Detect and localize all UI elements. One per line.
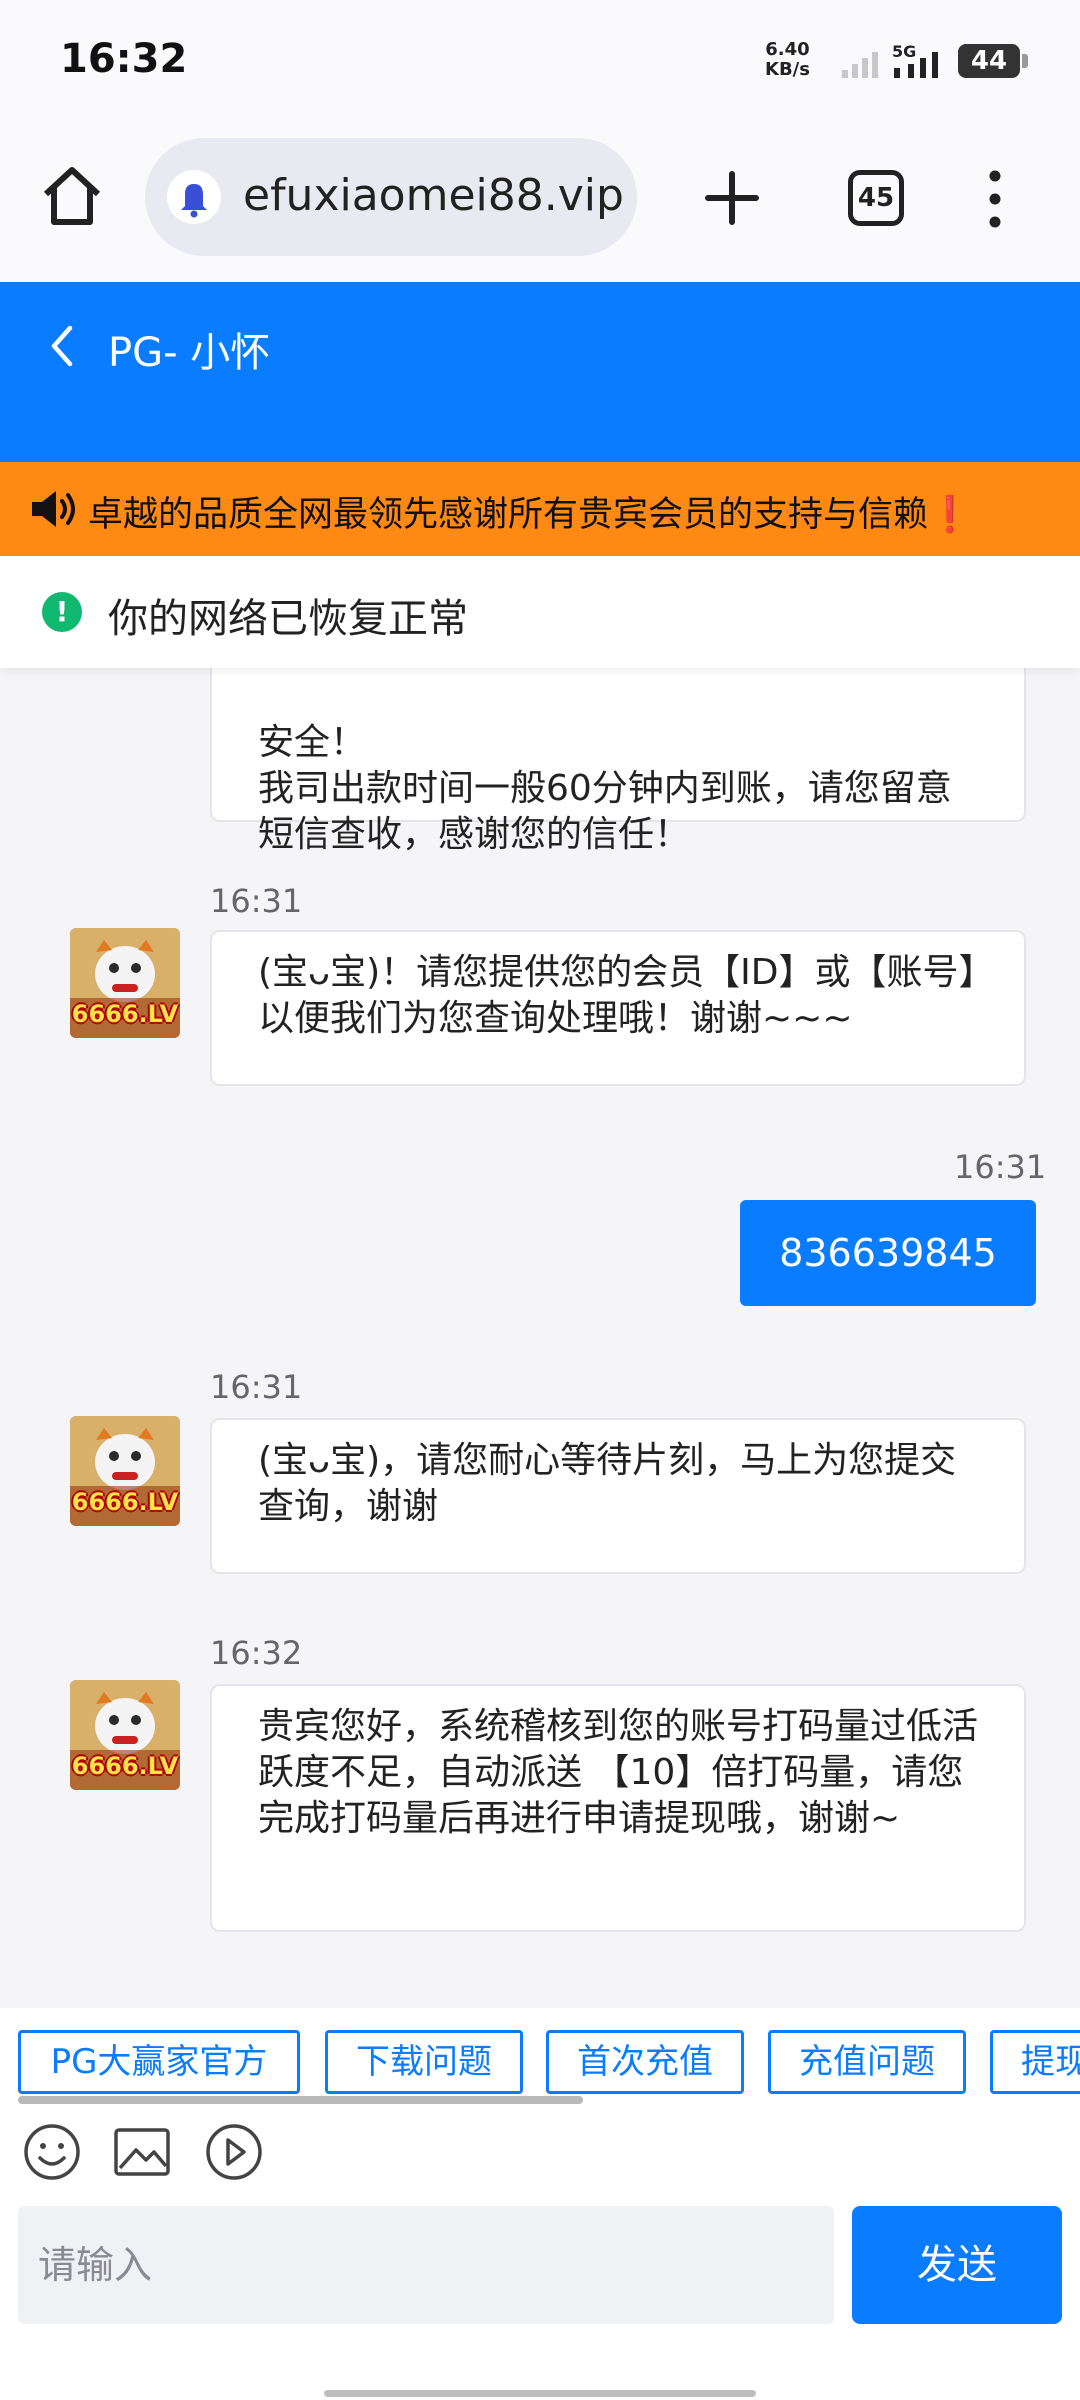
message-bubble: (宝ᴗ宝)，请您耐心等待片刻，马上为您提交查询，谢谢 — [210, 1418, 1026, 1574]
avatar-label: 6666.LV — [71, 1488, 179, 1516]
home-indicator[interactable] — [324, 2390, 756, 2397]
status-bar: 16:32 6.40 KB/s 5G 44 — [0, 0, 1080, 120]
network-status-text: 你的网络已恢复正常 — [108, 596, 468, 642]
battery-indicator: 44 — [958, 44, 1028, 78]
bell-glyph — [181, 184, 207, 218]
quick-reply-deposit-issue[interactable]: 充值问题 — [768, 2030, 966, 2094]
message-input[interactable] — [18, 2206, 834, 2324]
message-text: 贵宾您好，系统稽核到您的账号打码量过低活跃度不足，自动派送 【10】倍打码量，请… — [258, 1706, 979, 1839]
message-text: (宝ᴗ宝)，请您耐心等待片刻，马上为您提交查询，谢谢 — [258, 1440, 957, 1527]
horizontal-scrollbar[interactable] — [18, 2096, 583, 2104]
network-speed-unit: KB/s — [765, 59, 810, 80]
bell-icon[interactable] — [167, 170, 221, 224]
chat-header: PG- 小怀 — [0, 282, 1080, 462]
avatar: 6666.LV — [70, 928, 180, 1038]
message-text: 安全！ 我司出款时间一般60分钟内到账，请您留意短信查收，感谢您的信任！ — [258, 722, 952, 855]
quick-reply-first-deposit[interactable]: 首次充值 — [546, 2030, 744, 2094]
message-time: 16:32 — [210, 1634, 303, 1672]
message-time: 16:31 — [210, 882, 303, 920]
avatar-label: 6666.LV — [71, 1000, 179, 1028]
signal-icon — [842, 52, 878, 78]
message-time: 16:31 — [954, 1148, 1047, 1186]
more-vert-icon[interactable] — [980, 164, 1010, 234]
message-text: (宝ᴗ宝)！请您提供您的会员【ID】或【账号】以便我们为您查询处理哦！谢谢~~~ — [258, 952, 977, 1039]
message-bubble: 贵宾您好，系统稽核到您的账号打码量过低活跃度不足，自动派送 【10】倍打码量，请… — [210, 1684, 1026, 1932]
quick-reply-bar: PG大赢家官方 下载问题 首次充值 充值问题 提现问题 — [0, 2008, 1080, 2108]
avatar-label: 6666.LV — [71, 1752, 179, 1780]
network-speed: 6.40 KB/s — [765, 40, 810, 80]
message-bubble: 安全！ 我司出款时间一般60分钟内到账，请您留意短信查收，感谢您的信任！ — [210, 668, 1026, 855]
message-bubble: (宝ᴗ宝)！请您提供您的会员【ID】或【账号】以便我们为您查询处理哦！谢谢~~~ — [210, 930, 1026, 1086]
url-text: efuxiaomei88.vip — [243, 170, 624, 221]
notice-message: 卓越的品质全网最领先感谢所有贵宾会员的支持与信赖 — [88, 495, 929, 535]
quick-reply-pg-official[interactable]: PG大赢家官方 — [18, 2030, 300, 2094]
browser-toolbar: efuxiaomei88.vip 45 — [0, 120, 1080, 282]
image-icon[interactable] — [112, 2122, 172, 2182]
chat-title: PG- 小怀 — [108, 330, 271, 376]
quick-reply-withdraw-issue[interactable]: 提现问题 — [990, 2030, 1080, 2094]
notice-text: 卓越的品质全网最领先感谢所有贵宾会员的支持与信赖❗ — [88, 486, 972, 537]
tab-count-button[interactable]: 45 — [848, 170, 904, 226]
speaker-icon — [32, 491, 75, 527]
avatar: 6666.LV — [70, 1680, 180, 1790]
quick-reply-download[interactable]: 下载问题 — [325, 2030, 523, 2094]
message-time: 16:31 — [210, 1368, 303, 1406]
back-arrow-icon[interactable] — [42, 318, 82, 374]
video-icon[interactable] — [204, 2122, 264, 2182]
plus-icon[interactable] — [700, 160, 764, 236]
notice-exclamation: ❗ — [928, 495, 972, 535]
message-input-row: 发送 — [0, 2196, 1080, 2344]
outgoing-message-bubble: 836639845 — [740, 1200, 1036, 1306]
address-bar[interactable]: efuxiaomei88.vip — [145, 138, 637, 256]
signal-5g-icon — [894, 52, 938, 78]
emoji-icon[interactable] — [22, 2122, 82, 2182]
input-toolbar — [0, 2108, 1080, 2196]
home-icon[interactable] — [36, 160, 108, 232]
check-circle-icon: ! — [42, 592, 82, 632]
network-speed-value: 6.40 — [765, 39, 810, 60]
status-time: 16:32 — [60, 36, 188, 82]
send-button[interactable]: 发送 — [852, 2206, 1062, 2324]
notice-banner: 卓越的品质全网最领先感谢所有贵宾会员的支持与信赖❗ — [0, 462, 1080, 556]
chat-messages[interactable]: 安全！ 我司出款时间一般60分钟内到账，请您留意短信查收，感谢您的信任！ 16:… — [0, 668, 1080, 2008]
network-status-bar: ! 你的网络已恢复正常 — [0, 556, 1080, 668]
avatar: 6666.LV — [70, 1416, 180, 1526]
